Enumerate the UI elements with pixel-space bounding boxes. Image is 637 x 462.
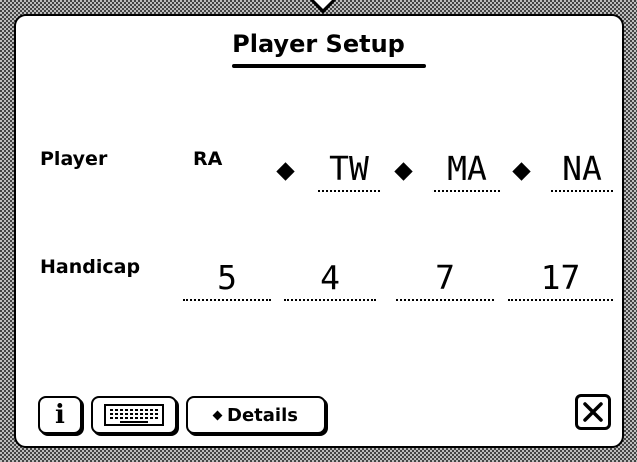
details-button[interactable]: Details bbox=[186, 396, 326, 434]
player-setup-panel bbox=[14, 14, 624, 448]
keyboard-button[interactable] bbox=[91, 396, 177, 434]
player-entry-2[interactable]: TW bbox=[318, 149, 380, 192]
info-button[interactable]: i bbox=[38, 396, 82, 434]
player-fixed: RA bbox=[193, 148, 223, 170]
handicap-entry-4[interactable]: 17 bbox=[508, 258, 613, 301]
keyboard-icon bbox=[104, 404, 164, 426]
handicap-entry-2[interactable]: 4 bbox=[284, 258, 376, 301]
panel-notch-inner bbox=[314, 0, 332, 9]
page-title: Player Setup bbox=[232, 30, 405, 58]
title-underline bbox=[232, 64, 426, 68]
handicap-entry-1[interactable]: 5 bbox=[183, 258, 271, 301]
player-label: Player bbox=[40, 148, 108, 170]
close-icon bbox=[583, 402, 603, 422]
handicap-entry-3[interactable]: 7 bbox=[396, 258, 494, 301]
details-diamond-icon bbox=[212, 410, 223, 420]
player-entry-4[interactable]: NA bbox=[551, 149, 613, 192]
info-icon: i bbox=[55, 400, 65, 430]
player-entry-3[interactable]: MA bbox=[434, 149, 500, 192]
close-button[interactable] bbox=[575, 394, 611, 430]
details-label: Details bbox=[227, 404, 298, 426]
handicap-label: Handicap bbox=[40, 256, 141, 278]
